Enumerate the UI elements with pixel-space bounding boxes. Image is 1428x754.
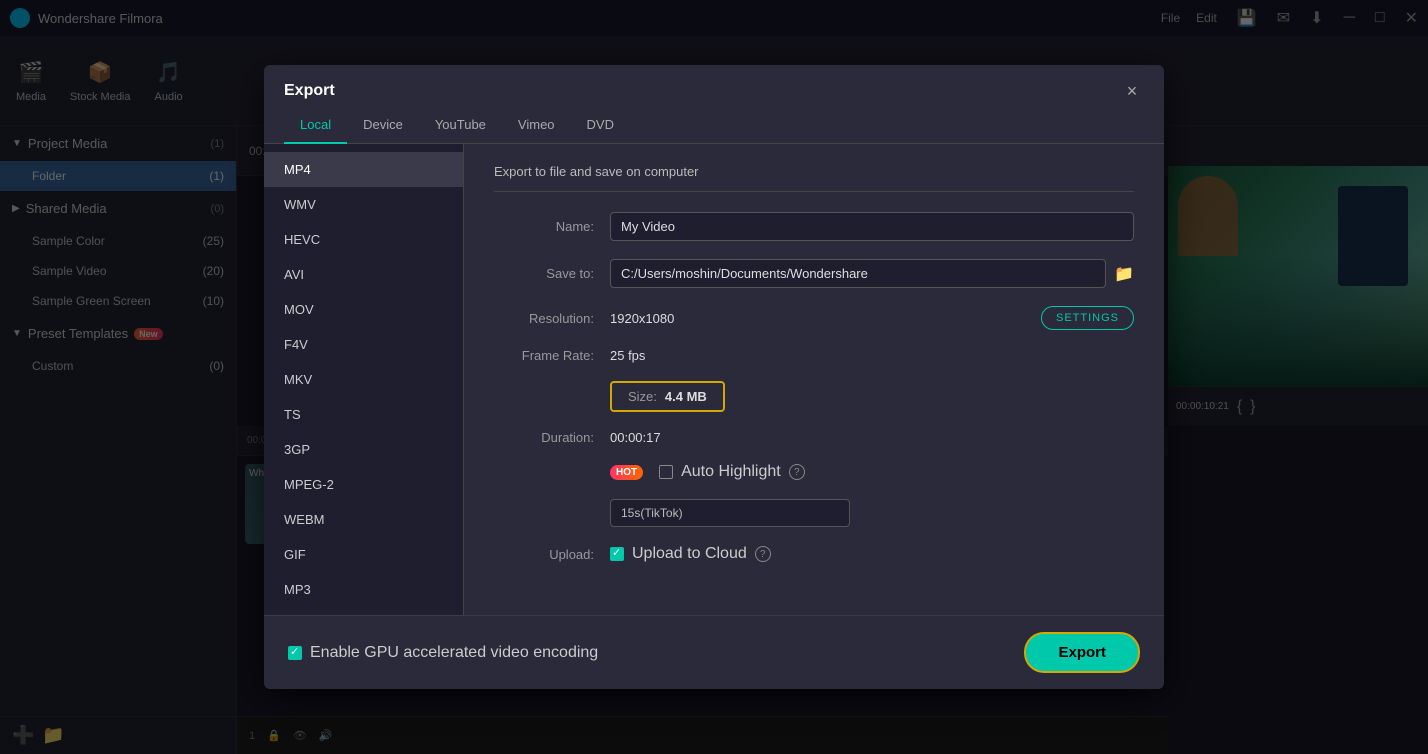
format-mov[interactable]: MOV <box>264 292 463 327</box>
export-modal-overlay: Export × Local Device YouTube Vimeo DVD … <box>0 0 1428 754</box>
name-input[interactable] <box>610 212 1134 241</box>
size-box: Size: 4.4 MB <box>610 381 725 412</box>
save-to-row: Save to: C:/Users/moshin/Documents/Wonde… <box>494 259 1134 288</box>
format-mkv[interactable]: MKV <box>264 362 463 397</box>
tiktok-dropdown[interactable]: 15s(TikTok) <box>610 499 850 527</box>
format-gif[interactable]: GIF <box>264 537 463 572</box>
modal-tabs: Local Device YouTube Vimeo DVD <box>264 107 1164 144</box>
duration-row: Duration: 00:00:17 <box>494 430 1134 445</box>
upload-row: Upload: Upload to Cloud ? <box>494 545 1134 563</box>
auto-highlight-checkbox[interactable] <box>659 465 673 479</box>
hot-badge: HOT <box>610 465 643 480</box>
export-modal: Export × Local Device YouTube Vimeo DVD … <box>264 65 1164 689</box>
settings-button[interactable]: SETTINGS <box>1041 306 1134 330</box>
size-value: 4.4 MB <box>665 389 707 404</box>
format-f4v[interactable]: F4V <box>264 327 463 362</box>
format-mpeg2[interactable]: MPEG-2 <box>264 467 463 502</box>
modal-title: Export <box>284 82 335 100</box>
size-row: Size: 4.4 MB <box>494 381 1134 412</box>
format-3gp[interactable]: 3GP <box>264 432 463 467</box>
modal-body: MP4 WMV HEVC AVI MOV F4V MKV TS 3GP MPEG… <box>264 144 1164 615</box>
gpu-checkbox[interactable] <box>288 646 302 660</box>
modal-footer: Enable GPU accelerated video encoding Ex… <box>264 615 1164 689</box>
format-wmv[interactable]: WMV <box>264 187 463 222</box>
frame-rate-value: 25 fps <box>610 348 1134 363</box>
frame-rate-row: Frame Rate: 25 fps <box>494 348 1134 363</box>
auto-highlight-label: Auto Highlight <box>681 463 781 481</box>
name-row: Name: <box>494 212 1134 241</box>
size-label: Size: <box>628 389 657 404</box>
tiktok-row: 15s(TikTok) <box>494 499 1134 527</box>
resolution-label: Resolution: <box>494 311 594 326</box>
tab-youtube[interactable]: YouTube <box>419 107 502 144</box>
export-header-text: Export to file and save on computer <box>494 164 1134 192</box>
format-ts[interactable]: TS <box>264 397 463 432</box>
save-to-path: C:/Users/moshin/Documents/Wondershare <box>610 259 1106 288</box>
tab-device[interactable]: Device <box>347 107 419 144</box>
save-to-label: Save to: <box>494 266 594 281</box>
modal-header: Export × <box>264 65 1164 103</box>
gpu-label: Enable GPU accelerated video encoding <box>310 644 598 662</box>
footer-gpu-option: Enable GPU accelerated video encoding <box>288 644 598 662</box>
upload-cloud-checkbox[interactable] <box>610 547 624 561</box>
format-list: MP4 WMV HEVC AVI MOV F4V MKV TS 3GP MPEG… <box>264 144 464 615</box>
format-mp3[interactable]: MP3 <box>264 572 463 607</box>
folder-browse-icon[interactable]: 📁 <box>1114 264 1134 284</box>
upload-label: Upload: <box>494 547 594 562</box>
resolution-row: Resolution: 1920x1080 SETTINGS <box>494 306 1134 330</box>
format-hevc[interactable]: HEVC <box>264 222 463 257</box>
format-webm[interactable]: WEBM <box>264 502 463 537</box>
tab-local[interactable]: Local <box>284 107 347 144</box>
resolution-value: 1920x1080 <box>610 311 1041 326</box>
upload-info-icon[interactable]: ? <box>755 546 771 562</box>
duration-value: 00:00:17 <box>610 430 1134 445</box>
format-avi[interactable]: AVI <box>264 257 463 292</box>
tab-dvd[interactable]: DVD <box>571 107 630 144</box>
duration-label: Duration: <box>494 430 594 445</box>
modal-close-button[interactable]: × <box>1120 79 1144 103</box>
export-button[interactable]: Export <box>1024 632 1140 673</box>
tab-vimeo[interactable]: Vimeo <box>502 107 571 144</box>
upload-cloud-label: Upload to Cloud <box>632 545 747 563</box>
frame-rate-label: Frame Rate: <box>494 348 594 363</box>
format-mp4[interactable]: MP4 <box>264 152 463 187</box>
name-label: Name: <box>494 219 594 234</box>
auto-highlight-info-icon[interactable]: ? <box>789 464 805 480</box>
auto-highlight-row: HOT Auto Highlight ? <box>494 463 1134 481</box>
export-settings: Export to file and save on computer Name… <box>464 144 1164 615</box>
